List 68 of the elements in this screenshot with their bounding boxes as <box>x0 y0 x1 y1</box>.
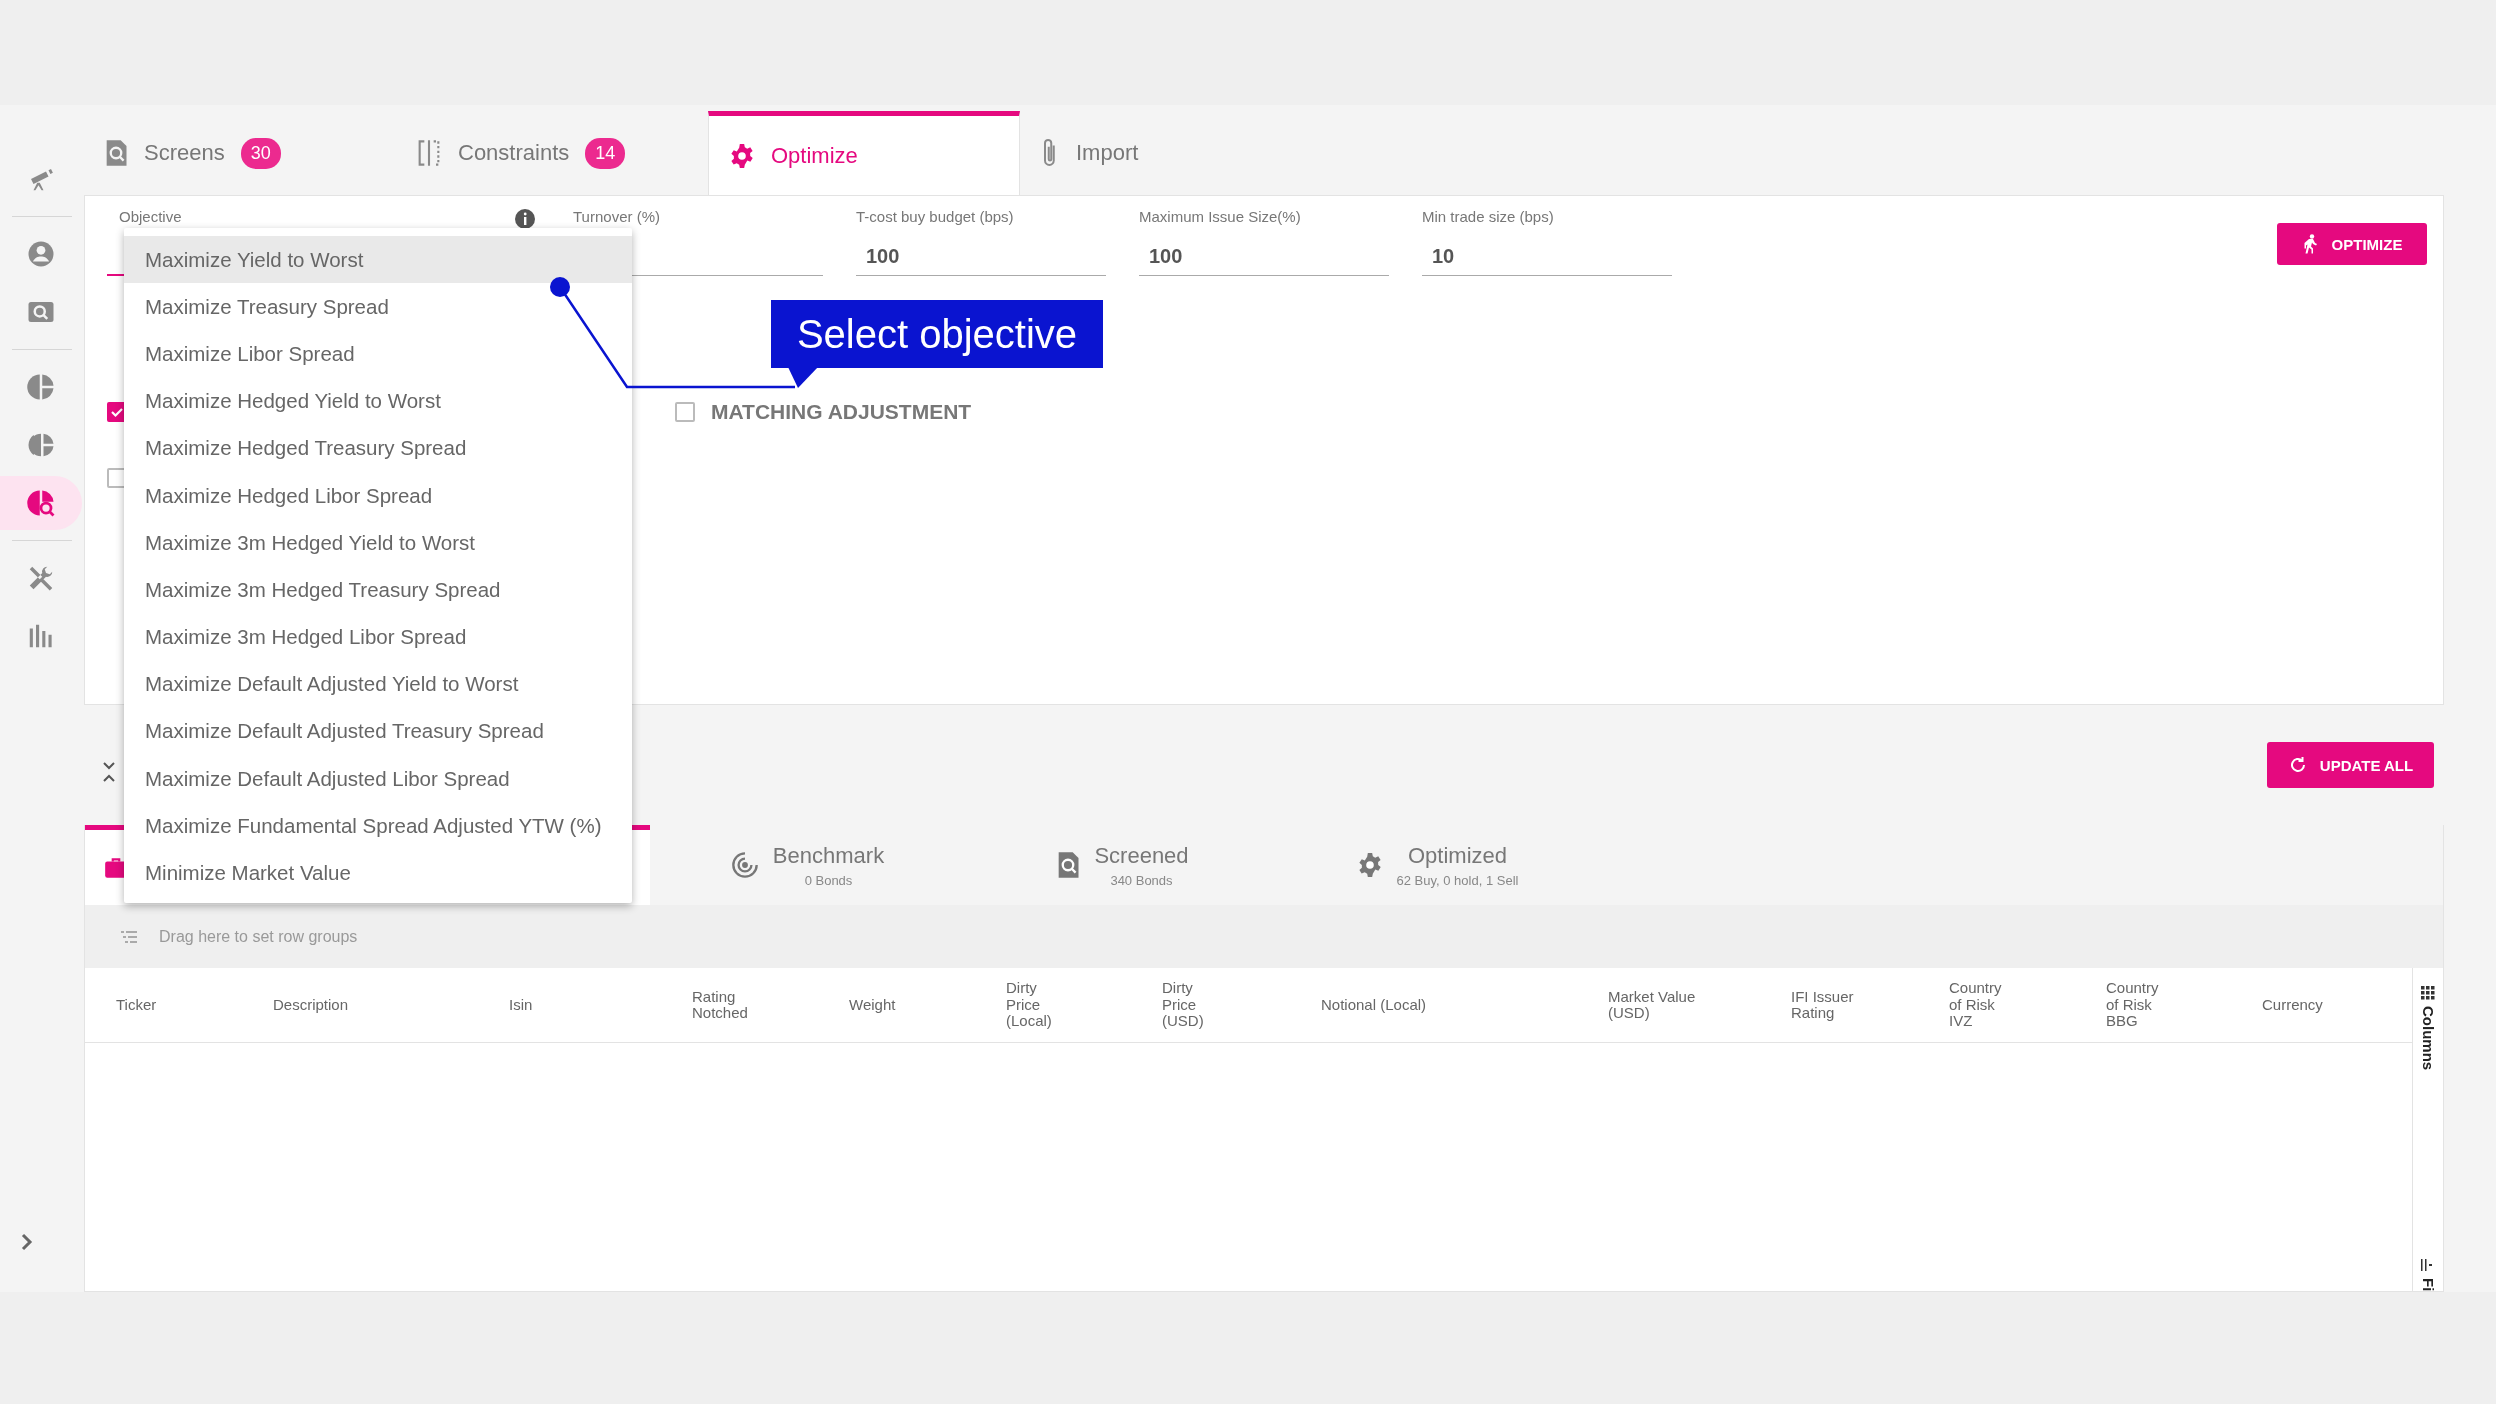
filter-icon <box>2421 1257 2435 1272</box>
row-group-hint: Drag here to set row groups <box>159 927 358 946</box>
column-header[interactable]: Description <box>273 996 349 1014</box>
checkbox[interactable] <box>675 402 695 422</box>
user-icon <box>26 239 56 269</box>
dropdown-option[interactable]: Maximize Treasury Spread <box>124 283 632 331</box>
info-icon[interactable] <box>514 208 536 230</box>
dropdown-option[interactable]: Maximize Default Adjusted Libor Spread <box>124 755 632 803</box>
dropdown-option[interactable]: Maximize Hedged Yield to Worst <box>124 377 632 425</box>
list-icon <box>121 930 137 943</box>
tab[interactable]: Benchmark 0 Bonds <box>650 825 965 905</box>
dropdown-option[interactable]: Maximize Fundamental Spread Adjusted YTW (%) <box>124 802 632 850</box>
tab[interactable]: Optimize <box>708 111 1020 195</box>
document-search-icon <box>104 139 128 167</box>
column-header[interactable]: IFI Issuer Rating <box>1791 988 1876 1022</box>
document-search-icon <box>1056 851 1081 879</box>
input-field[interactable]: 100 <box>856 238 1106 276</box>
input-field[interactable]: 10 <box>1422 238 1672 276</box>
dropdown-option[interactable]: Maximize Hedged Libor Spread <box>124 471 632 520</box>
column-header[interactable]: Weight <box>849 996 896 1014</box>
column-header[interactable]: Currency <box>2262 996 2323 1014</box>
column-header[interactable]: Market Value (USD) <box>1608 988 1703 1022</box>
dropdown-option[interactable]: Maximize Default Adjusted Treasury Spread <box>124 707 632 756</box>
field-label: Maximum Issue Size(%) <box>1139 208 1301 226</box>
dropdown-option[interactable]: Maximize 3m Hedged Libor Spread <box>124 613 632 661</box>
column-header[interactable]: Notional (Local) <box>1321 996 1427 1014</box>
target-icon <box>730 851 759 879</box>
field-label: Min trade size (bps) <box>1422 208 1554 226</box>
pie-chart-search-icon <box>26 488 56 518</box>
chevron-right-icon[interactable] <box>20 1232 34 1252</box>
callout: Select objective <box>771 300 1103 368</box>
dropdown-option[interactable]: Maximize Libor Spread <box>124 330 632 378</box>
checkbox-label: MATCHING ADJUSTMENT <box>711 400 972 424</box>
side-panel-tab[interactable]: Columns <box>2419 986 2437 1071</box>
count-badge: 14 <box>585 137 626 169</box>
column-header[interactable]: Ticker <box>116 996 157 1014</box>
update-all-button[interactable]: UPDATE ALL <box>2267 742 2434 788</box>
dropdown-option[interactable]: Maximize Default Adjusted Yield to Worst <box>124 660 632 708</box>
count-badge: 30 <box>240 137 281 169</box>
collapse-icon[interactable] <box>102 760 116 784</box>
side-panel-tab[interactable]: Fi <box>2419 1257 2437 1291</box>
pie-chart-icon <box>26 372 56 402</box>
dropdown-option[interactable]: Minimize Market Value <box>124 849 632 897</box>
sidebar-item[interactable] <box>0 476 82 530</box>
bracket-icon <box>416 139 442 167</box>
tab[interactable]: Import <box>1020 111 1332 195</box>
grid-icon <box>2421 986 2435 1000</box>
field-label: Objective <box>119 208 182 226</box>
tab[interactable]: Optimized 62 Buy, 0 hold, 1 Sell <box>1280 825 1595 905</box>
column-header[interactable]: Dirty Price (USD) <box>1162 980 1220 1030</box>
field-label: T-cost buy budget (bps) <box>856 208 1014 226</box>
dropdown-option[interactable]: Maximize Hedged Treasury Spread <box>124 424 632 472</box>
tab[interactable]: Screened 340 Bonds <box>965 825 1280 905</box>
column-header[interactable]: Country of Risk BBG <box>2106 980 2168 1030</box>
field-label: Turnover (%) <box>573 208 660 226</box>
input-field[interactable]: 100 <box>1139 238 1389 276</box>
checkbox[interactable] <box>107 402 127 422</box>
tab[interactable]: Constraints 14 <box>396 111 708 195</box>
column-header[interactable]: Dirty Price (Local) <box>1006 980 1064 1030</box>
gear-icon <box>729 142 755 169</box>
dropdown-option[interactable]: Maximize 3m Hedged Yield to Worst <box>124 519 632 567</box>
column-header[interactable]: Isin <box>509 996 533 1014</box>
optimize-button[interactable]: OPTIMIZE <box>2277 223 2427 265</box>
dropdown-option[interactable]: Maximize Yield to Worst <box>124 236 632 284</box>
column-header[interactable]: Rating Notched <box>692 988 762 1022</box>
tab[interactable]: Screens 30 <box>84 111 396 195</box>
column-header[interactable]: Country of Risk IVZ <box>1949 980 2011 1030</box>
dropdown-option[interactable]: Maximize 3m Hedged Treasury Spread <box>124 566 632 614</box>
